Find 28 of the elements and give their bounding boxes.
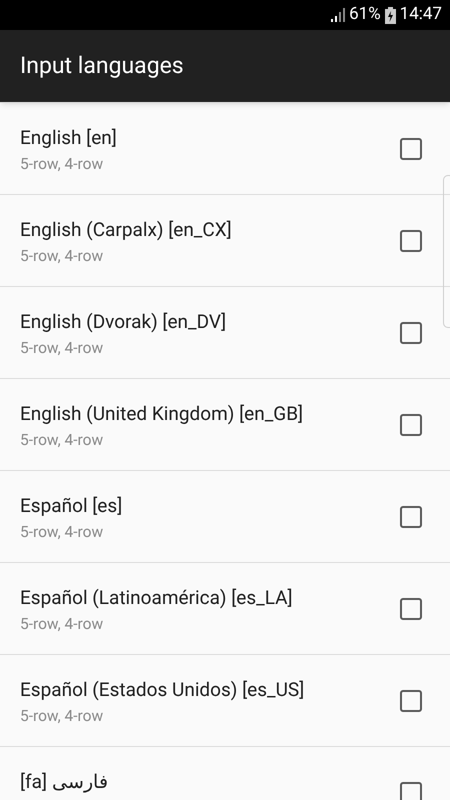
layout-list: 5-row, 4-row (20, 520, 400, 544)
battery-percent: 61% (349, 3, 381, 26)
language-name: English (United Kingdom) [en_GB] (20, 404, 304, 425)
language-checkbox[interactable] (400, 230, 422, 252)
battery-charging-icon (384, 6, 396, 24)
layout-list: 5-row, 4-row (20, 428, 400, 452)
language-checkbox[interactable] (400, 690, 422, 712)
language-name: فارسی [fa] (20, 772, 108, 793)
language-checkbox[interactable] (400, 322, 422, 344)
language-name: English (Carpalx) [en_CX] (20, 220, 232, 241)
language-checkbox[interactable] (400, 414, 422, 436)
clock: 14:47 (400, 3, 442, 26)
language-name: Español (Estados Unidos) [es_US] (20, 680, 304, 701)
layout-list: 5-row, 4-row (20, 152, 400, 176)
language-checkbox[interactable] (400, 782, 422, 800)
language-checkbox[interactable] (400, 506, 422, 528)
language-name: English (Dvorak) [en_DV] (20, 312, 226, 333)
language-name: Español [es] (20, 496, 122, 517)
signal-icon (331, 8, 346, 22)
layout-list: 5-row, 4-row (20, 612, 400, 636)
language-checkbox[interactable] (400, 138, 422, 160)
screen-title: Input languages (20, 50, 184, 81)
language-name: English [en] (20, 128, 117, 149)
language-checkbox[interactable] (400, 598, 422, 620)
layout-list: 5-row, 4-row (20, 244, 400, 268)
layout-list: 5-row, 4-row (20, 704, 400, 728)
layout-list: 5-row, 4-row (20, 336, 400, 360)
language-name: Español (Latinoamérica) [es_LA] (20, 588, 293, 609)
